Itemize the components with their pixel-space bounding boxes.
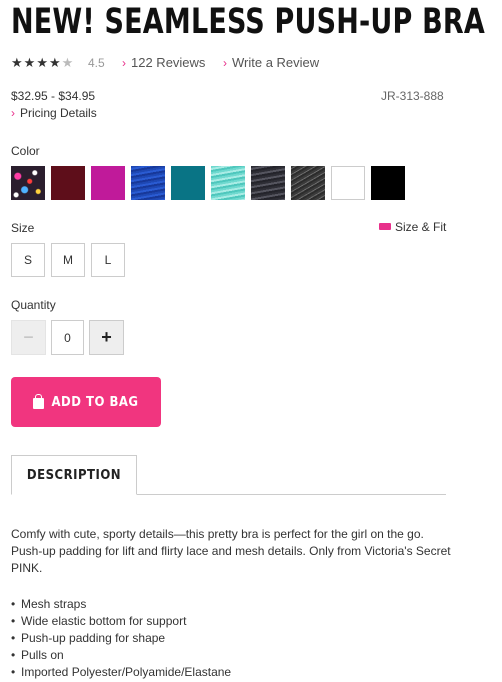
- swatch-aqua[interactable]: [211, 166, 245, 200]
- chevron-right-icon: ›: [122, 56, 126, 70]
- rating-stars[interactable]: ★★★★★: [11, 55, 74, 71]
- swatch-royal-blue[interactable]: [131, 166, 165, 200]
- list-item: Imported Polyester/Polyamide/Elastane: [11, 664, 231, 681]
- swatch-multicolor[interactable]: [11, 166, 45, 200]
- star-icon: ★: [48, 55, 62, 70]
- size-option-l[interactable]: L: [91, 243, 125, 277]
- chevron-right-icon: ›: [223, 56, 227, 70]
- price-range: $32.95 - $34.95: [11, 89, 96, 103]
- description-text: Comfy with cute, sporty details—this pre…: [11, 527, 451, 575]
- add-to-bag-button[interactable]: ADD TO BAG: [11, 377, 161, 427]
- star-icon: ★: [36, 55, 49, 70]
- list-item: Wide elastic bottom for support: [11, 613, 231, 630]
- tab-description[interactable]: DESCRIPTION: [11, 455, 137, 495]
- rating-value: 4.5: [88, 56, 105, 70]
- star-icon: ★: [11, 55, 24, 70]
- chevron-right-icon: ›: [11, 106, 15, 120]
- pricing-details-link[interactable]: › Pricing Details: [11, 106, 97, 120]
- list-item: Mesh straps: [11, 596, 231, 613]
- product-sku: JR-313-888: [381, 89, 444, 103]
- write-review-link[interactable]: › Write a Review: [223, 55, 319, 70]
- swatch-white[interactable]: [331, 166, 365, 200]
- swatch-magenta[interactable]: [91, 166, 125, 200]
- reviews-link[interactable]: › 122 Reviews: [122, 55, 205, 70]
- color-label: Color: [11, 144, 40, 158]
- ruler-icon: [379, 223, 391, 230]
- feature-list: Mesh straps Wide elastic bottom for supp…: [11, 596, 231, 681]
- swatch-charcoal[interactable]: [251, 166, 285, 200]
- list-item: Push-up padding for shape: [11, 630, 231, 647]
- product-title: NEW! SEAMLESS PUSH-UP BRA: [11, 2, 485, 43]
- swatch-burgundy[interactable]: [51, 166, 85, 200]
- size-fit-link[interactable]: Size & Fit: [379, 220, 446, 234]
- list-item: Pulls on: [11, 647, 231, 664]
- swatch-teal[interactable]: [171, 166, 205, 200]
- shopping-bag-icon: [33, 393, 45, 409]
- swatch-grey-marl[interactable]: [291, 166, 325, 200]
- quantity-decrease-button[interactable]: −: [11, 320, 46, 355]
- size-label: Size: [11, 221, 35, 235]
- size-option-m[interactable]: M: [51, 243, 85, 277]
- size-option-s[interactable]: S: [11, 243, 45, 277]
- quantity-label: Quantity: [11, 298, 56, 312]
- half-star-icon: ★: [61, 55, 75, 70]
- tab-divider: [137, 494, 446, 495]
- quantity-increase-button[interactable]: +: [89, 320, 124, 355]
- quantity-input[interactable]: 0: [51, 320, 84, 355]
- star-icon: ★: [23, 55, 37, 70]
- swatch-black[interactable]: [371, 166, 405, 200]
